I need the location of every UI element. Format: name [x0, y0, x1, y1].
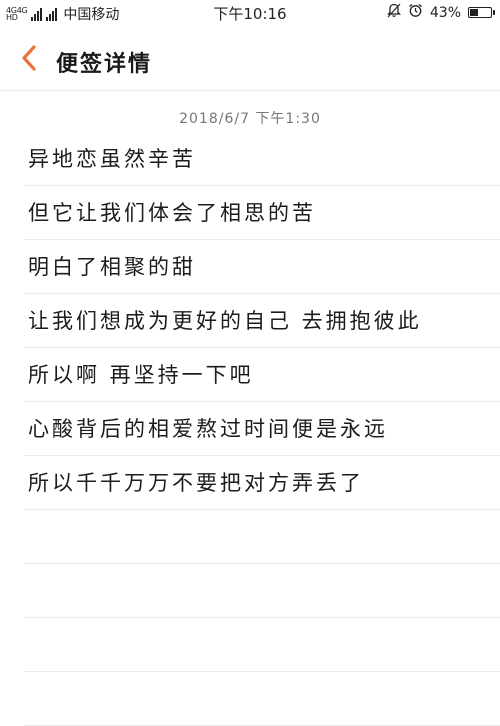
note-line: 所以千千万万不要把对方弄丢了 — [24, 456, 500, 510]
note-line: 心酸背后的相爱熬过时间便是永远 — [24, 402, 500, 456]
status-right: 43% — [386, 3, 495, 22]
note-line: 明白了相聚的甜 — [24, 240, 500, 294]
battery-icon — [468, 7, 495, 18]
note-line — [24, 510, 500, 564]
note-line: 异地恋虽然辛苦 — [24, 132, 500, 186]
page-title: 便签详情 — [56, 52, 153, 77]
note-line: 让我们想成为更好的自己 去拥抱彼此 — [24, 294, 500, 348]
back-button[interactable] — [14, 42, 44, 78]
battery-percentage: 43% — [429, 4, 461, 21]
mute-bell-icon — [386, 3, 401, 22]
note-date: 2018/6/7 下午1:30 — [179, 111, 321, 127]
note-line: 所以啊 再坚持一下吧 — [24, 348, 500, 402]
battery-level — [470, 9, 478, 16]
status-bar: 4G4G HD 中国移动 下午10:16 43% — [0, 0, 500, 26]
note-line — [24, 618, 500, 672]
note-body[interactable]: 异地恋虽然辛苦 但它让我们体会了相思的苦 明白了相聚的甜 让我们想成为更好的自己 去拥… — [24, 132, 500, 726]
note-line — [24, 564, 500, 618]
note-line — [24, 672, 500, 726]
note-line: 但它让我们体会了相思的苦 — [24, 186, 500, 240]
chevron-left-icon — [21, 45, 37, 75]
app-header: 便签详情 — [0, 30, 500, 91]
alarm-clock-icon — [408, 3, 423, 22]
